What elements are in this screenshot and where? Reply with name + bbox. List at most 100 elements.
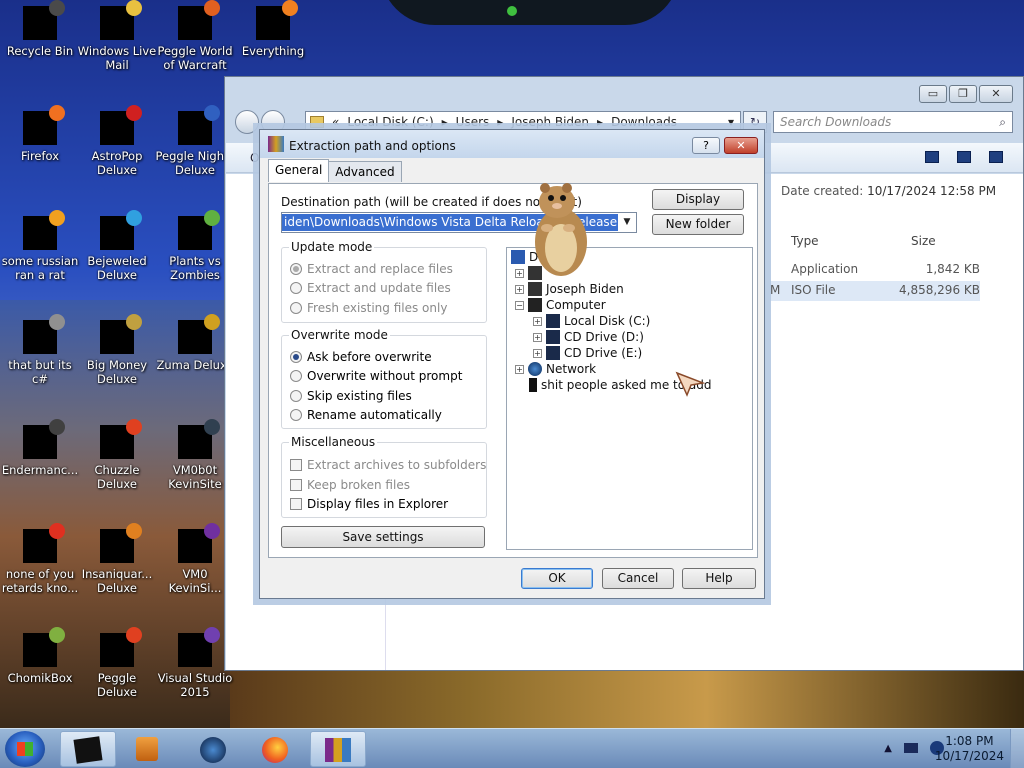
tree-node-local-disk[interactable]: + Local Disk (C:) bbox=[533, 314, 650, 328]
start-button[interactable] bbox=[5, 731, 45, 767]
radio-button[interactable] bbox=[290, 263, 302, 275]
desktop-icon-10[interactable]: that but its c# bbox=[0, 314, 80, 386]
desktop-icon-4[interactable]: Firefox bbox=[0, 105, 80, 163]
show-desktop-button[interactable] bbox=[1010, 729, 1024, 768]
preview-pane-icon[interactable] bbox=[957, 151, 971, 163]
tray-expand-icon[interactable]: ▲ bbox=[884, 743, 892, 754]
display-button[interactable]: Display bbox=[652, 189, 744, 210]
expand-icon[interactable]: + bbox=[533, 348, 542, 358]
taskbar-item-winrar[interactable] bbox=[310, 731, 366, 767]
new-folder-button[interactable]: New folder bbox=[652, 214, 744, 235]
taskbar-item-media[interactable] bbox=[122, 731, 178, 767]
breadcrumb-item-drive[interactable]: Local Disk (C:) bbox=[347, 115, 433, 129]
save-settings-button[interactable]: Save settings bbox=[281, 526, 485, 548]
tab-advanced[interactable]: Advanced bbox=[328, 161, 402, 182]
minimize-button[interactable]: ▭ bbox=[919, 85, 947, 103]
tree-node-cd-drive-d[interactable]: + CD Drive (D:) bbox=[533, 330, 644, 344]
breadcrumb-separator[interactable]: ▸ bbox=[597, 115, 603, 129]
radio-extract-update[interactable]: Extract and update files bbox=[290, 281, 451, 295]
desktop-icon-2[interactable]: Peggle World of Warcraft bbox=[155, 0, 235, 72]
desktop-icon-20[interactable]: Peggle Deluxe bbox=[77, 627, 157, 699]
desktop-icon-5[interactable]: AstroPop Deluxe bbox=[77, 105, 157, 177]
desktop-icon-16[interactable]: none of you retards kno... bbox=[0, 523, 80, 595]
desktop-icon-14[interactable]: Chuzzle Deluxe bbox=[77, 419, 157, 491]
maximize-button[interactable]: ❐ bbox=[949, 85, 977, 103]
expand-icon[interactable]: + bbox=[533, 332, 542, 342]
column-size[interactable]: Size bbox=[911, 234, 936, 248]
close-button[interactable]: ✕ bbox=[979, 85, 1013, 103]
search-input[interactable]: Search Downloads ⌕ bbox=[773, 111, 1013, 133]
checkbox-display-explorer[interactable]: Display files in Explorer bbox=[290, 497, 448, 511]
tree-node-network[interactable]: + Network bbox=[515, 362, 596, 376]
back-button[interactable] bbox=[235, 110, 259, 134]
file-row[interactable]: Application 1,842 KB bbox=[770, 260, 980, 280]
radio-button[interactable] bbox=[290, 351, 302, 363]
close-dialog-button[interactable]: ✕ bbox=[724, 137, 758, 154]
taskbar-item-firefox[interactable] bbox=[248, 731, 304, 767]
radio-skip-existing[interactable]: Skip existing files bbox=[290, 389, 412, 403]
tree-node-cd-drive-e[interactable]: + CD Drive (E:) bbox=[533, 346, 642, 360]
checkbox[interactable] bbox=[290, 498, 302, 510]
folder-tree[interactable]: De + + Joseph Biden − Computer + Local Disk… bbox=[506, 247, 753, 550]
chevron-down-icon[interactable]: ▼ bbox=[618, 213, 636, 232]
desktop-icon-18[interactable]: VM0 KevinSi... bbox=[155, 523, 235, 595]
desktop-icon-1[interactable]: Windows Live Mail bbox=[77, 0, 157, 72]
breadcrumb-item-users[interactable]: Users bbox=[456, 115, 490, 129]
help-icon[interactable] bbox=[989, 151, 1003, 163]
address-dropdown-icon[interactable]: ▾ bbox=[728, 115, 734, 129]
help-button[interactable]: Help bbox=[682, 568, 756, 589]
search-icon[interactable]: ⌕ bbox=[999, 115, 1006, 130]
checkbox[interactable] bbox=[290, 479, 302, 491]
dialog-titlebar[interactable]: Extraction path and options ? ✕ bbox=[260, 130, 764, 158]
expand-icon[interactable]: + bbox=[515, 364, 524, 374]
radio-extract-replace[interactable]: Extract and replace files bbox=[290, 262, 453, 276]
desktop-icon-0[interactable]: Recycle Bin bbox=[0, 0, 80, 58]
tree-node-joseph-biden[interactable]: + Joseph Biden bbox=[515, 282, 624, 296]
breadcrumb-item-downloads[interactable]: Downloads bbox=[611, 115, 677, 129]
checkbox-extract-subfolders[interactable]: Extract archives to subfolders bbox=[290, 458, 486, 472]
checkbox[interactable] bbox=[290, 459, 302, 471]
display-icon[interactable] bbox=[904, 743, 918, 753]
desktop-icon-13[interactable]: Endermanc... bbox=[0, 419, 80, 477]
radio-button[interactable] bbox=[290, 370, 302, 382]
expand-icon[interactable]: + bbox=[533, 316, 542, 326]
radio-overwrite-no-prompt[interactable]: Overwrite without prompt bbox=[290, 369, 462, 383]
column-type[interactable]: Type bbox=[791, 234, 819, 248]
file-row[interactable]: M ISO File 4,858,296 KB bbox=[770, 281, 980, 301]
desktop-icon-9[interactable]: Plants vs Zombies bbox=[155, 210, 235, 282]
radio-rename-auto[interactable]: Rename automatically bbox=[290, 408, 442, 422]
breadcrumb-separator[interactable]: ▸ bbox=[442, 115, 448, 129]
extraction-dialog[interactable]: Extraction path and options ? ✕ General … bbox=[259, 129, 765, 599]
desktop-icon-3[interactable]: Everything bbox=[233, 0, 313, 58]
desktop-icon-8[interactable]: Bejeweled Deluxe bbox=[77, 210, 157, 282]
help-title-button[interactable]: ? bbox=[692, 137, 720, 154]
cancel-button[interactable]: Cancel bbox=[602, 568, 674, 589]
radio-button[interactable] bbox=[290, 302, 302, 314]
clock[interactable]: 1:08 PM 10/17/2024 bbox=[935, 734, 1004, 764]
desktop-icon-21[interactable]: Visual Studio 2015 bbox=[155, 627, 235, 699]
expand-icon[interactable]: + bbox=[515, 268, 524, 278]
breadcrumb-overflow[interactable]: « bbox=[332, 115, 339, 129]
breadcrumb-separator[interactable]: ▸ bbox=[497, 115, 503, 129]
tab-general[interactable]: General bbox=[268, 159, 330, 182]
radio-ask-overwrite[interactable]: Ask before overwrite bbox=[290, 350, 432, 364]
radio-button[interactable] bbox=[290, 409, 302, 421]
radio-fresh-existing[interactable]: Fresh existing files only bbox=[290, 301, 447, 315]
breadcrumb-item-user[interactable]: Joseph Biden bbox=[511, 115, 589, 129]
desktop-icon-12[interactable]: Zuma Deluxe bbox=[155, 314, 235, 372]
desktop-icon-7[interactable]: some russian ran a rat bbox=[0, 210, 80, 282]
desktop-icon-6[interactable]: Peggle Nights Deluxe bbox=[155, 105, 235, 177]
desktop-icon-11[interactable]: Big Money Deluxe bbox=[77, 314, 157, 386]
checkbox-keep-broken[interactable]: Keep broken files bbox=[290, 478, 410, 492]
radio-button[interactable] bbox=[290, 282, 302, 294]
desktop-icon-19[interactable]: ChomikBox bbox=[0, 627, 80, 685]
expand-icon[interactable]: + bbox=[515, 284, 524, 294]
radio-button[interactable] bbox=[290, 390, 302, 402]
desktop-icon-17[interactable]: Insaniquar... Deluxe bbox=[77, 523, 157, 595]
ok-button[interactable]: OK bbox=[521, 568, 593, 589]
collapse-icon[interactable]: − bbox=[515, 300, 524, 310]
taskbar-item-explorer[interactable] bbox=[60, 731, 116, 767]
tree-node-computer[interactable]: − Computer bbox=[515, 298, 606, 312]
change-view-icon[interactable] bbox=[925, 151, 939, 163]
taskbar-item-globe[interactable] bbox=[186, 731, 242, 767]
